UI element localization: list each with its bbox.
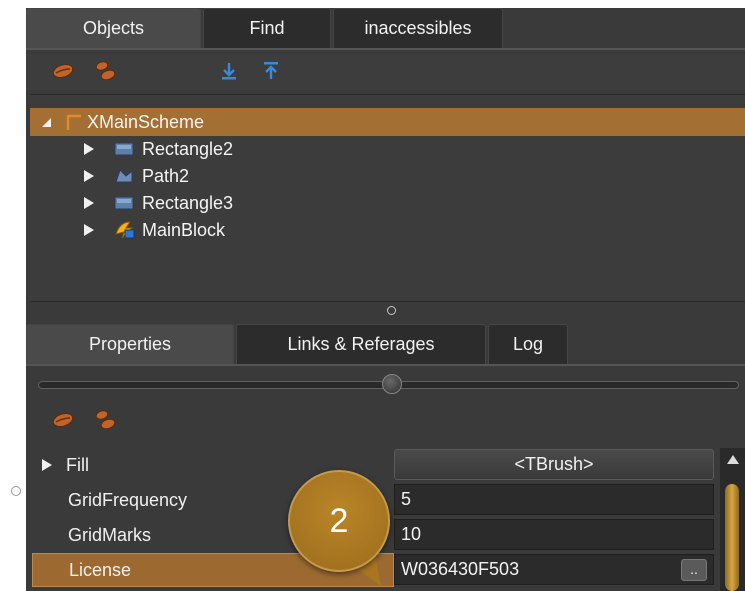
property-name-label: GridFrequency	[68, 489, 188, 510]
scroll-up-arrow-icon[interactable]	[727, 455, 739, 464]
expand-arrow-icon[interactable]	[84, 197, 94, 209]
properties-toolbar	[26, 400, 745, 440]
arrow-up-to-line-icon[interactable]	[256, 54, 286, 88]
objects-toolbar	[26, 54, 745, 90]
bean-single-icon[interactable]	[48, 54, 78, 88]
property-row-fill[interactable]: Fill <TBrush>	[26, 448, 716, 482]
tree-item-label: Path2	[142, 165, 190, 186]
tree-item-xmainscheme[interactable]: XMainScheme	[30, 108, 745, 136]
arrow-down-to-line-icon[interactable]	[214, 54, 244, 88]
tree-item-rectangle3[interactable]: Rectangle3	[30, 189, 745, 217]
edge-grip-icon[interactable]	[11, 486, 21, 496]
rectangle-icon	[114, 195, 134, 211]
property-value-field[interactable]: 5	[394, 484, 714, 515]
callout-badge: 2	[288, 470, 390, 572]
property-value-field[interactable]: W036430F503 ..	[394, 554, 714, 585]
tree-item-label: Rectangle3	[142, 192, 234, 213]
tree-item-mainblock[interactable]: MainBlock	[30, 216, 745, 244]
property-value-label: <TBrush>	[514, 454, 594, 474]
tab-divider	[26, 48, 745, 50]
tab-properties-label: Properties	[88, 334, 172, 354]
ellipsis-button[interactable]: ..	[681, 559, 707, 581]
tab-objects-label: Objects	[82, 18, 145, 38]
block-icon	[114, 220, 136, 240]
tab-find[interactable]: Find	[203, 8, 331, 48]
expand-arrow-icon[interactable]	[84, 224, 94, 236]
tree-item-label: MainBlock	[142, 219, 226, 240]
property-name-label: Fill	[66, 454, 89, 475]
objects-tab-bar: Objects Find inaccessibles	[26, 8, 505, 48]
property-name-label: License	[69, 559, 132, 580]
tree-item-label: Rectangle2	[142, 138, 234, 159]
expand-arrow-icon[interactable]	[42, 459, 52, 471]
path-icon	[114, 168, 134, 184]
ellipsis-label: ..	[690, 561, 698, 577]
tab-log[interactable]: Log	[488, 324, 568, 364]
object-inspector-panel: Objects Find inaccessibles XMainScheme R…	[26, 8, 745, 591]
property-value-label: W036430F503	[401, 559, 520, 579]
tree-item-label: XMainScheme	[87, 111, 205, 132]
rectangle-icon	[114, 141, 134, 157]
property-name-label: GridMarks	[68, 524, 152, 545]
tab-objects[interactable]: Objects	[26, 8, 201, 48]
tree-item-rectangle2[interactable]: Rectangle2	[30, 135, 745, 163]
tab-divider	[26, 364, 745, 366]
property-value-label: 5	[401, 489, 412, 509]
expand-arrow-icon[interactable]	[84, 170, 94, 182]
tab-inaccessibles[interactable]: inaccessibles	[333, 8, 503, 48]
tab-properties[interactable]: Properties	[26, 324, 234, 364]
collapse-arrow-icon[interactable]	[42, 117, 51, 127]
tree-item-path2[interactable]: Path2	[30, 162, 745, 190]
property-scrollbar[interactable]	[720, 448, 745, 591]
bean-single-icon[interactable]	[48, 400, 78, 440]
tab-links-referages[interactable]: Links & Referages	[236, 324, 486, 364]
bean-double-icon[interactable]	[90, 400, 120, 440]
splitter-grip-icon[interactable]	[387, 306, 396, 315]
expand-arrow-icon[interactable]	[84, 143, 94, 155]
tab-links-referages-label: Links & Referages	[287, 334, 435, 354]
property-value-label: 10	[401, 524, 422, 544]
tab-find-label: Find	[249, 18, 285, 38]
tab-log-label: Log	[512, 334, 544, 354]
scheme-icon	[65, 113, 83, 131]
tab-inaccessibles-label: inaccessibles	[364, 18, 472, 38]
panel-splitter[interactable]	[26, 302, 745, 320]
object-tree: XMainScheme Rectangle2 Path2 Rectangle3	[30, 94, 745, 302]
scrollbar-thumb[interactable]	[725, 484, 739, 591]
zoom-slider-thumb[interactable]	[382, 374, 402, 394]
property-value-field[interactable]: 10	[394, 519, 714, 550]
property-value-button[interactable]: <TBrush>	[394, 449, 714, 480]
callout-number: 2	[329, 501, 349, 540]
properties-tab-bar: Properties Links & Referages Log	[26, 324, 570, 364]
bean-double-icon[interactable]	[90, 54, 120, 88]
